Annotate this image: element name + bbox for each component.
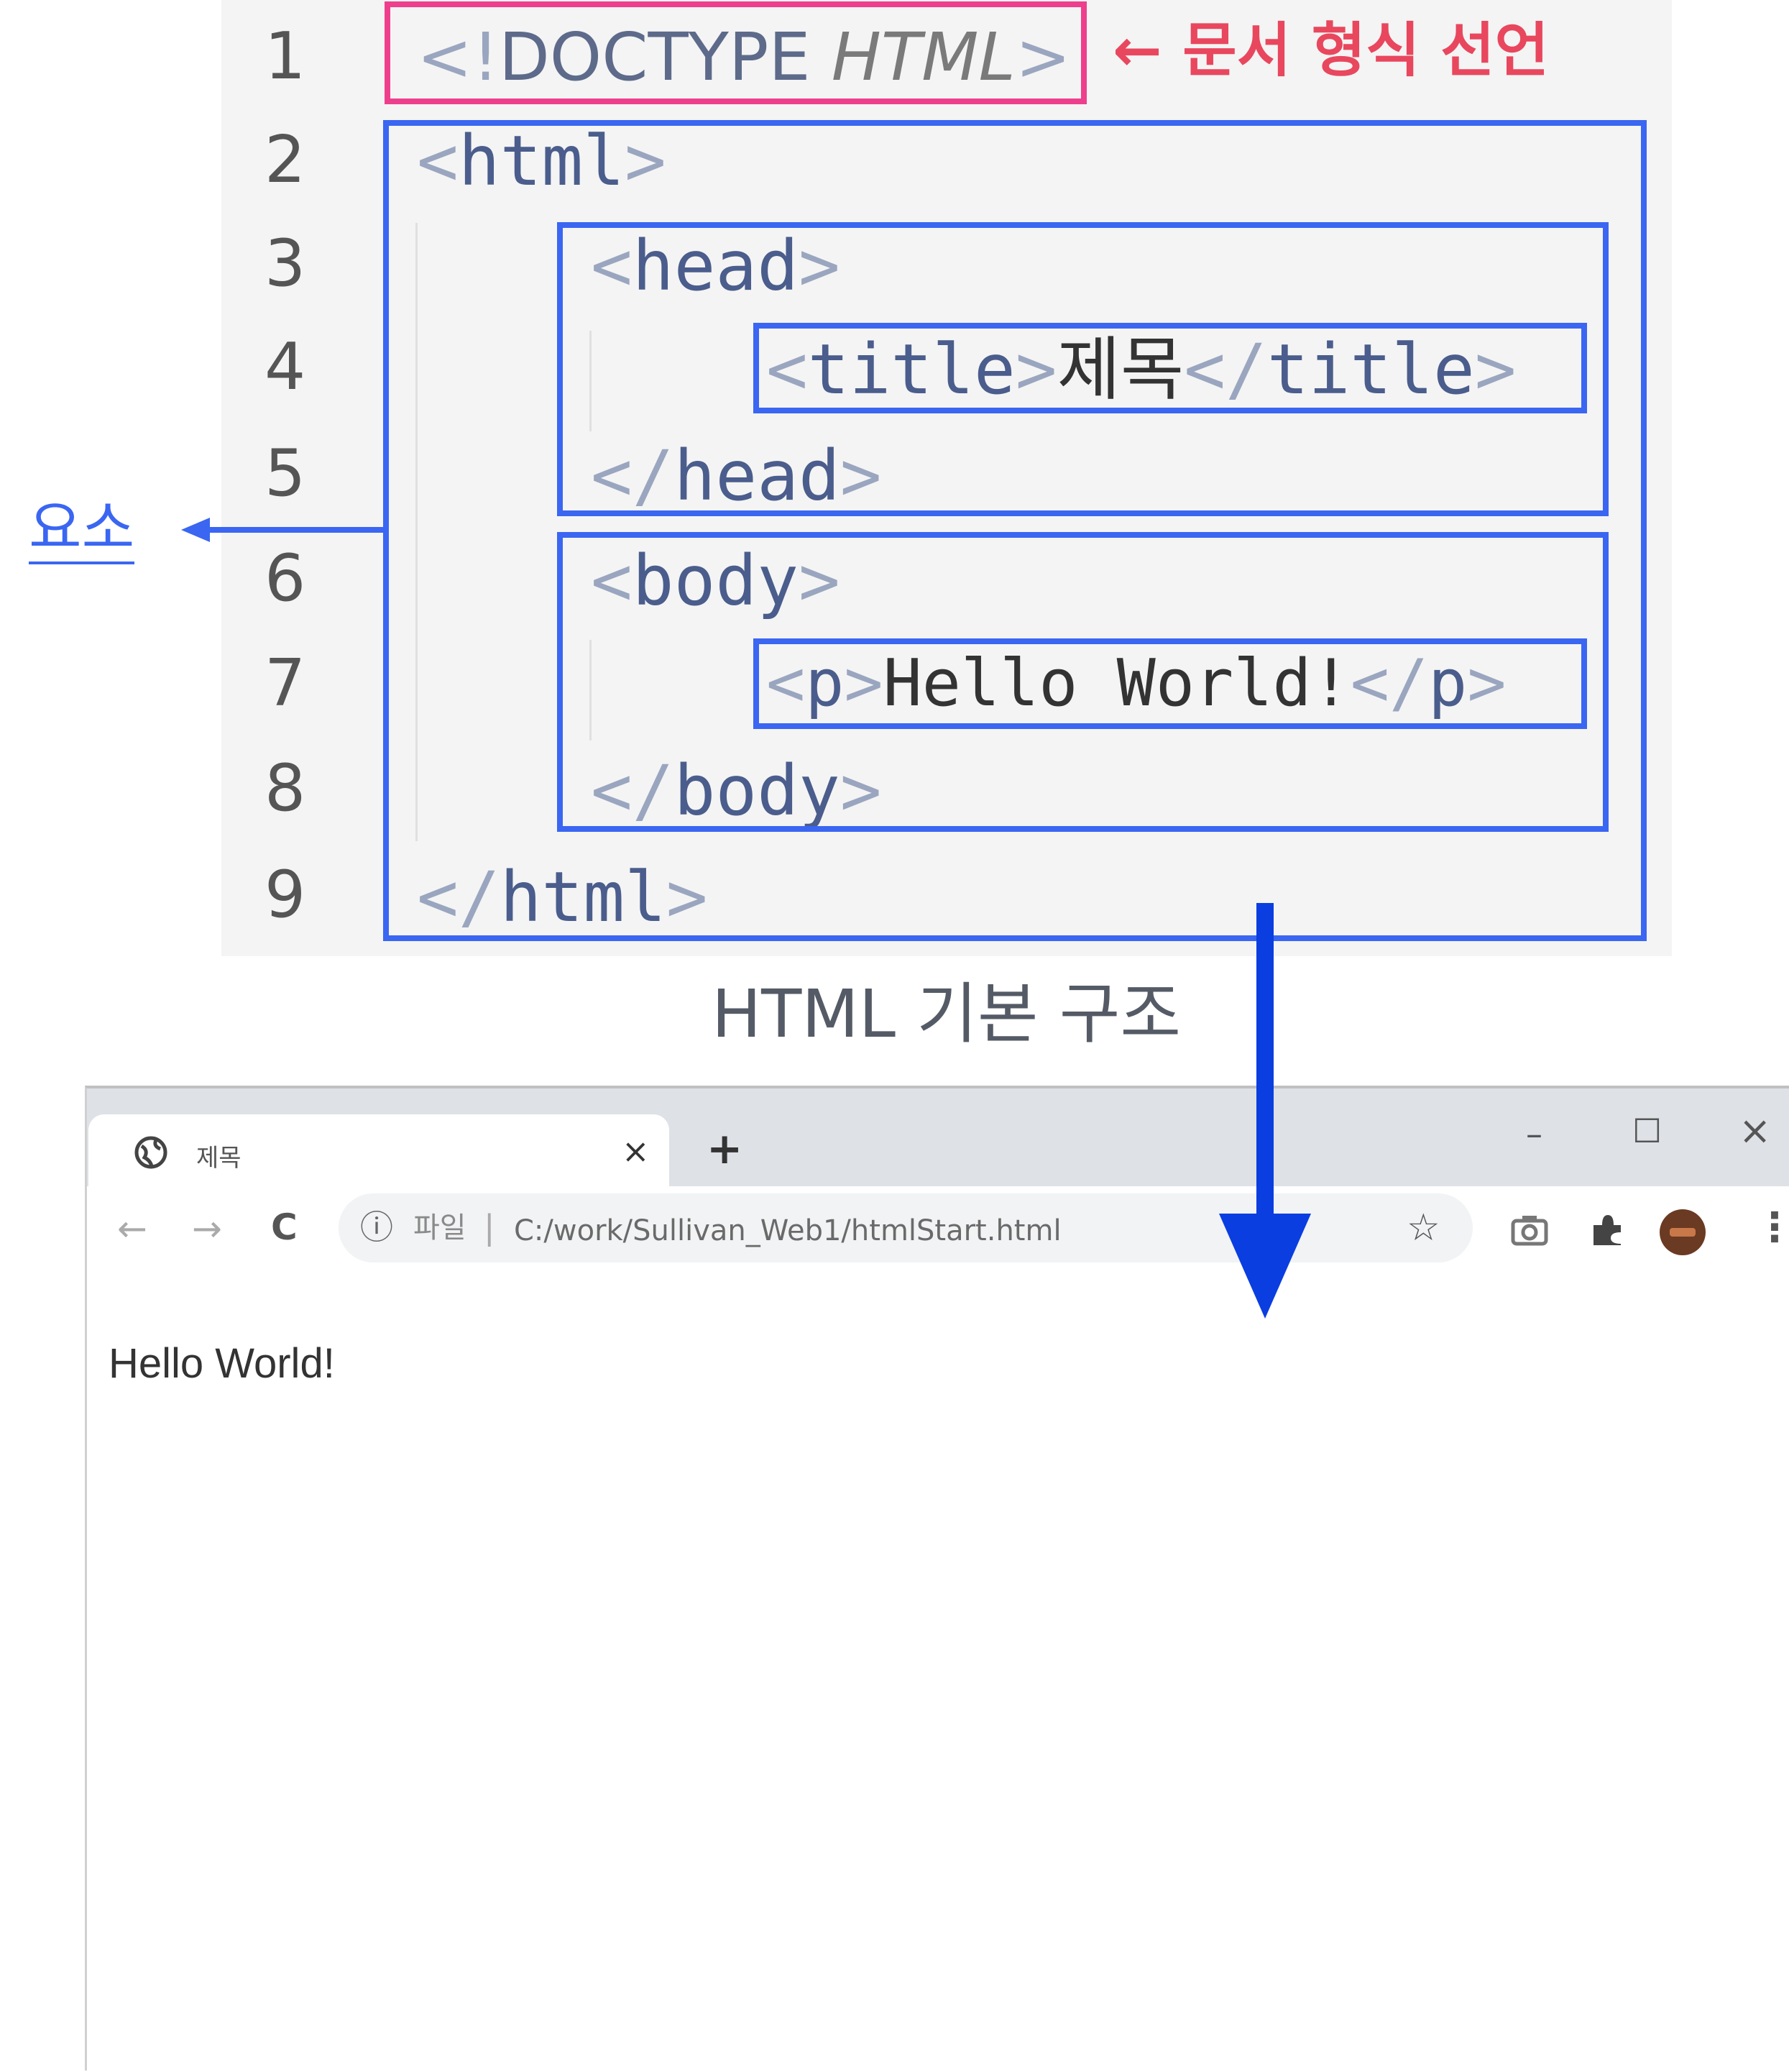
- element-pointer-arrow: [181, 518, 387, 542]
- window-close-button[interactable]: ×: [1739, 1111, 1771, 1150]
- avatar[interactable]: [1658, 1208, 1707, 1257]
- forward-button[interactable]: →: [192, 1211, 222, 1247]
- page-viewport: [87, 1274, 1789, 2072]
- menu-kebab-icon[interactable]: ⋮: [1754, 1208, 1789, 1248]
- page-body-text: Hello World!: [109, 1340, 335, 1387]
- tab-title: 제목: [196, 1144, 242, 1173]
- render-result-arrow: [1219, 903, 1311, 1319]
- line-number: 4: [265, 329, 306, 405]
- extensions-icon[interactable]: [1588, 1211, 1625, 1248]
- line-number: 8: [265, 751, 306, 826]
- line-number: 1: [265, 19, 306, 94]
- element-label: 요소: [29, 495, 135, 564]
- maximize-button[interactable]: ☐: [1632, 1114, 1662, 1147]
- line-number: 3: [265, 226, 306, 301]
- tab-close-button[interactable]: ×: [622, 1134, 650, 1168]
- browser-toolbar: ← → C ⓘ 파일 | C:/work/Sullivan_Web1/htmlS…: [87, 1186, 1789, 1275]
- url-scheme-label: 파일: [413, 1211, 466, 1244]
- camera-icon[interactable]: [1510, 1214, 1549, 1247]
- line-number: 2: [265, 122, 306, 198]
- minimize-button[interactable]: –: [1526, 1117, 1542, 1150]
- new-tab-button[interactable]: +: [707, 1127, 742, 1170]
- doctype-note: ← 문서 형식 선언: [1113, 17, 1549, 85]
- line-number: 6: [265, 541, 306, 616]
- browser-tab[interactable]: 제목 ×: [88, 1114, 669, 1186]
- tab-strip: 제목 × + – ☐ ×: [87, 1088, 1789, 1186]
- back-button[interactable]: ←: [117, 1211, 147, 1247]
- title-element-box: [753, 323, 1587, 413]
- reload-button[interactable]: C: [271, 1209, 298, 1245]
- info-icon[interactable]: ⓘ: [360, 1211, 393, 1244]
- line-number: 9: [265, 857, 306, 932]
- line-number: 5: [265, 436, 306, 511]
- structure-caption: HTML 기본 구조: [712, 976, 1182, 1053]
- line-number: 7: [265, 646, 306, 721]
- url-text: C:/work/Sullivan_Web1/htmlStart.html: [514, 1214, 1062, 1247]
- p-element-box: [753, 638, 1587, 729]
- star-icon[interactable]: ☆: [1407, 1209, 1440, 1247]
- browser-window: 제목 × + – ☐ × ← → C ⓘ 파일 | C:/work/Sulliv…: [85, 1086, 1789, 2072]
- globe-icon: [134, 1136, 167, 1169]
- url-separator: |: [484, 1208, 495, 1247]
- doctype-highlight-box: [385, 1, 1087, 104]
